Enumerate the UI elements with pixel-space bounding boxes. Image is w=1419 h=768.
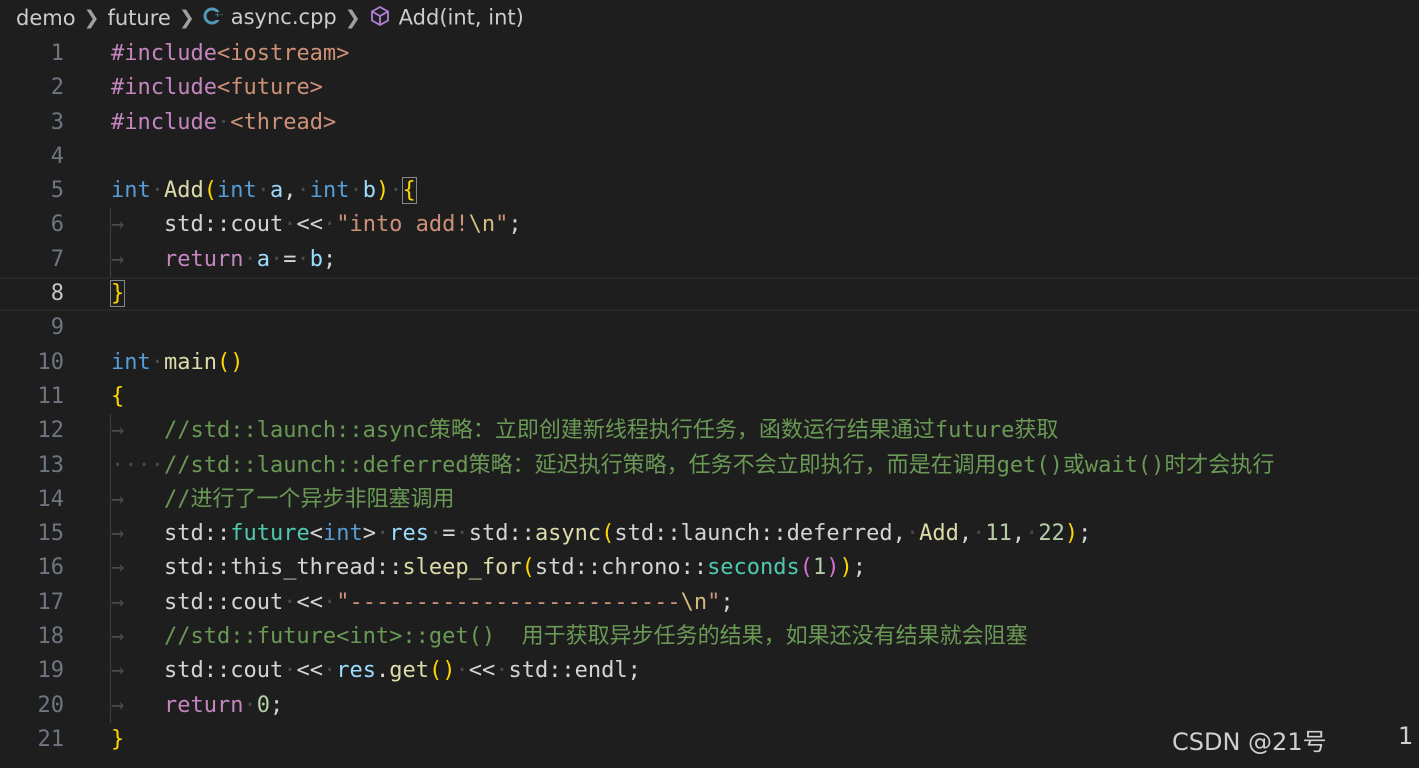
code-text: → std::cout·<<·"into add!\n"; bbox=[111, 212, 522, 238]
code-line[interactable]: 3 #include·<thread> bbox=[0, 106, 1419, 140]
code-text: #include·<thread> bbox=[111, 109, 337, 135]
code-line[interactable]: 4 bbox=[0, 140, 1419, 174]
line-number: 14 bbox=[37, 486, 65, 512]
code-text: #include<future> bbox=[111, 75, 323, 101]
line-number: 15 bbox=[37, 521, 65, 547]
edge-number: 1 bbox=[1398, 722, 1414, 750]
code-text: #include<iostream> bbox=[111, 41, 350, 66]
code-text: → //std::launch::async策略：立即创建新线程执行任务，函数运… bbox=[111, 418, 1059, 444]
code-line[interactable]: 9 bbox=[0, 311, 1419, 345]
code-text: } bbox=[109, 280, 126, 308]
line-number: 16 bbox=[37, 555, 65, 581]
code-text: → return·0; bbox=[111, 692, 284, 718]
method-cube-icon bbox=[369, 5, 391, 32]
line-number: 20 bbox=[37, 692, 65, 718]
breadcrumb-item-demo[interactable]: demo bbox=[16, 6, 76, 30]
line-number: 2 bbox=[50, 75, 64, 101]
code-line[interactable]: 10 int·main() bbox=[0, 346, 1419, 380]
line-number: 4 bbox=[50, 143, 64, 169]
chevron-right-icon: ❯ bbox=[344, 7, 361, 29]
chevron-right-icon: ❯ bbox=[83, 7, 100, 29]
code-line[interactable]: 11 { bbox=[0, 380, 1419, 414]
code-text: → std::future<int>·res·=·std::async(std:… bbox=[111, 521, 1092, 547]
line-number: 18 bbox=[37, 624, 65, 650]
chevron-right-icon: ❯ bbox=[178, 7, 195, 29]
code-line[interactable]: 16 → std::this_thread::sleep_for(std::chr… bbox=[0, 551, 1419, 586]
code-line[interactable]: 2 #include<future> bbox=[0, 71, 1419, 105]
cpp-file-icon: ++ bbox=[203, 6, 226, 31]
breadcrumb-item-symbol[interactable]: Add(int, int) bbox=[369, 5, 524, 32]
code-line[interactable]: 12 → //std::launch::async策略：立即创建新线程执行任务，函… bbox=[0, 414, 1419, 449]
code-line[interactable]: 1 #include<iostream> bbox=[0, 37, 1419, 71]
line-number: 19 bbox=[37, 658, 65, 684]
line-number: 1 bbox=[50, 41, 64, 66]
code-text: → //进行了一个异步非阻塞调用 bbox=[111, 486, 455, 512]
line-number: 3 bbox=[50, 109, 64, 135]
line-number: 10 bbox=[37, 349, 65, 375]
code-text: → return·a·=·b; bbox=[111, 246, 337, 272]
code-text: → //std::future<int>::get() 用于获取异步任务的结果，… bbox=[111, 624, 1028, 650]
code-text: { bbox=[111, 383, 125, 409]
line-number: 8 bbox=[50, 281, 64, 307]
line-number: 13 bbox=[37, 452, 65, 478]
code-line[interactable]: 20 → return·0; bbox=[0, 688, 1419, 723]
line-number: 7 bbox=[50, 246, 64, 272]
code-text: → std::cout·<<·"------------------------… bbox=[111, 589, 734, 615]
code-line[interactable]: 19 → std::cout·<<·res.get()·<<·std::endl; bbox=[0, 654, 1419, 689]
code-text: → std::cout·<<·res.get()·<<·std::endl; bbox=[111, 658, 641, 684]
code-line[interactable]: 14 → //进行了一个异步非阻塞调用 bbox=[0, 482, 1419, 518]
line-number: 17 bbox=[37, 589, 65, 615]
code-line[interactable]: 13 ····//std::launch::deferred策略：延迟执行策略，任… bbox=[0, 448, 1419, 483]
watermark: CSDN @21号 bbox=[1172, 728, 1327, 756]
line-number: 11 bbox=[37, 383, 65, 409]
breadcrumb-item-file[interactable]: ++ async.cpp bbox=[203, 5, 337, 31]
code-line[interactable]: 5 int·Add(int·a,·int·b)·{ bbox=[0, 174, 1419, 208]
code-line[interactable]: 6 → std::cout·<<·"into add!\n"; bbox=[0, 208, 1419, 243]
line-number: 9 bbox=[50, 315, 64, 341]
code-text: → std::this_thread::sleep_for(std::chron… bbox=[111, 555, 867, 581]
code-text: } bbox=[111, 726, 125, 752]
code-line[interactable]: 15 → std::future<int>·res·=·std::async(st… bbox=[0, 517, 1419, 552]
code-text: int·Add(int·a,·int·b)·{ bbox=[111, 177, 417, 205]
line-number: 6 bbox=[50, 212, 64, 238]
code-line[interactable]: 18 → //std::future<int>::get() 用于获取异步任务的结… bbox=[0, 620, 1419, 655]
line-number: 5 bbox=[50, 178, 64, 204]
code-editor[interactable]: 1 #include<iostream> 2 #include<future> 3 #in… bbox=[0, 37, 1419, 768]
code-line[interactable]: 8} bbox=[0, 277, 1419, 312]
code-line[interactable]: 7 → return·a·=·b; bbox=[0, 242, 1419, 278]
code-text: int·main() bbox=[111, 349, 244, 375]
code-text: ····//std::launch::deferred策略：延迟执行策略，任务不… bbox=[111, 452, 1275, 478]
breadcrumb-item-future[interactable]: future bbox=[107, 6, 170, 30]
breadcrumb-file-label: async.cpp bbox=[230, 5, 337, 30]
breadcrumb: demo ❯ future ❯ ++ async.cpp ❯ Add(int, … bbox=[0, 0, 1419, 36]
line-number: 12 bbox=[37, 418, 65, 444]
line-number: 21 bbox=[37, 726, 65, 752]
breadcrumb-symbol-label: Add(int, int) bbox=[398, 5, 524, 29]
code-line[interactable]: 17 → std::cout·<<·"----------------------… bbox=[0, 585, 1419, 621]
svg-text:++: ++ bbox=[214, 11, 223, 19]
